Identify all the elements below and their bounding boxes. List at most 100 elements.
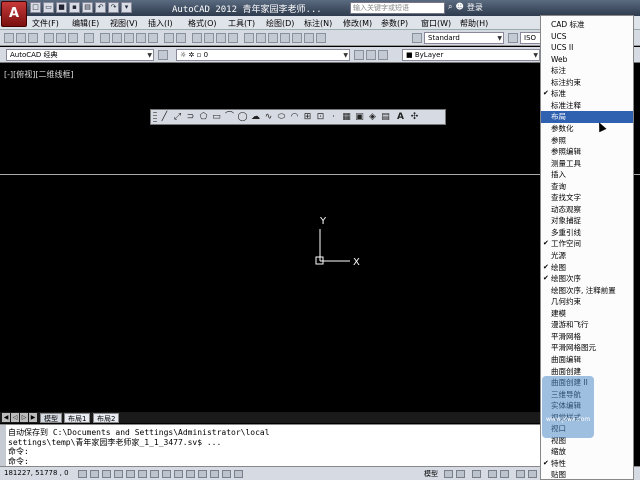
- multiline-text-icon[interactable]: A: [395, 112, 406, 123]
- toolbar-grip-handle[interactable]: [153, 112, 157, 122]
- grid-display-icon[interactable]: [102, 470, 111, 478]
- help-search-input[interactable]: 输入关键字或短语: [350, 2, 445, 14]
- publish-icon[interactable]: [68, 33, 78, 43]
- paste-icon[interactable]: [124, 33, 134, 43]
- tab-layout2[interactable]: 布局2: [93, 413, 120, 423]
- rectangle-icon[interactable]: ▭: [211, 112, 222, 123]
- next-tab-icon[interactable]: ▷: [20, 413, 28, 422]
- markup-icon[interactable]: [292, 33, 302, 43]
- color-select[interactable]: ■ ByLayer ▼: [402, 49, 540, 61]
- infer-constraints-icon[interactable]: [78, 470, 87, 478]
- properties-icon[interactable]: [244, 33, 254, 43]
- zoom-previous-icon[interactable]: [228, 33, 238, 43]
- revision-cloud-icon[interactable]: ☁: [250, 112, 261, 123]
- quick-view-layouts-icon[interactable]: [444, 470, 453, 478]
- polyline-icon[interactable]: ⊃: [185, 112, 196, 123]
- menu-draw[interactable]: 绘图(D): [266, 18, 294, 29]
- context-menu-item[interactable]: 插入: [541, 169, 633, 180]
- menu-modify[interactable]: 修改(M): [343, 18, 372, 29]
- make-current-layer-icon[interactable]: [354, 50, 364, 60]
- polygon-icon[interactable]: ⬠: [198, 112, 209, 123]
- dynamic-input-icon[interactable]: [186, 470, 195, 478]
- design-center-icon[interactable]: [256, 33, 266, 43]
- menu-tools[interactable]: 工具(T): [228, 18, 255, 29]
- lineweight-icon[interactable]: [198, 470, 207, 478]
- context-menu-item[interactable]: 标准注释: [541, 100, 633, 111]
- allow-dynamic-ucs-icon[interactable]: [174, 470, 183, 478]
- text-style-select[interactable]: Standard ▼: [424, 32, 504, 44]
- menu-view[interactable]: 视图(V): [110, 18, 138, 29]
- toolbar-lock-icon[interactable]: [528, 470, 537, 478]
- help-icon[interactable]: [316, 33, 326, 43]
- layer-select[interactable]: ☼ ✲ ▫ 0 ▼: [176, 49, 350, 61]
- tool-palettes-icon[interactable]: [268, 33, 278, 43]
- new-icon[interactable]: [4, 33, 14, 43]
- region-icon[interactable]: ◈: [367, 112, 378, 123]
- prev-tab-icon[interactable]: ◁: [11, 413, 19, 422]
- context-menu-item[interactable]: 标注约束: [541, 77, 633, 88]
- layer-previous-icon[interactable]: [366, 50, 376, 60]
- menu-window[interactable]: 窗口(W): [421, 18, 451, 29]
- auto-scale-icon[interactable]: [500, 470, 509, 478]
- menu-format[interactable]: 格式(O): [188, 18, 217, 29]
- context-menu-item[interactable]: 标注: [541, 65, 633, 76]
- first-tab-icon[interactable]: ◀: [2, 413, 10, 422]
- layer-states-icon[interactable]: [378, 50, 388, 60]
- application-menu-button[interactable]: A: [1, 1, 27, 27]
- context-menu-item[interactable]: 缩放: [541, 446, 633, 457]
- spline-icon[interactable]: ∿: [263, 112, 274, 123]
- quick-properties-icon[interactable]: [222, 470, 231, 478]
- context-menu-item[interactable]: UCS II: [541, 42, 633, 53]
- point-icon[interactable]: ·: [328, 112, 339, 123]
- plot-preview-icon[interactable]: [56, 33, 66, 43]
- 3d-object-snap-icon[interactable]: [150, 470, 159, 478]
- workspace-select[interactable]: AutoCAD 经典 ▼: [6, 49, 154, 61]
- menu-parametric[interactable]: 参数(P): [381, 18, 408, 29]
- sheet-set-icon[interactable]: [280, 33, 290, 43]
- insert-block-icon[interactable]: ⊞: [302, 112, 313, 123]
- tab-layout1[interactable]: 布局1: [64, 413, 91, 423]
- construction-line-icon[interactable]: ⤢: [172, 112, 183, 123]
- context-menu-item[interactable]: 曲面创建: [541, 366, 633, 377]
- command-window-grip[interactable]: [0, 425, 6, 467]
- context-menu-item[interactable]: ✔ 工作空间: [541, 238, 633, 249]
- arc-icon[interactable]: ⌒: [224, 112, 235, 123]
- pan-icon[interactable]: [192, 33, 202, 43]
- zoom-window-icon[interactable]: [216, 33, 226, 43]
- ellipse-arc-icon[interactable]: ◠: [289, 112, 300, 123]
- ellipse-icon[interactable]: ⬭: [276, 112, 287, 123]
- context-menu-item[interactable]: 绘图次序, 注释前置: [541, 285, 633, 296]
- login-link[interactable]: 登录: [467, 2, 483, 13]
- hatch-icon[interactable]: ▦: [341, 112, 352, 123]
- ortho-mode-icon[interactable]: [114, 470, 123, 478]
- add-selected-icon[interactable]: ✣: [409, 112, 420, 123]
- open-icon[interactable]: [16, 33, 26, 43]
- save-icon[interactable]: [28, 33, 38, 43]
- coordinate-readout[interactable]: 181227, 51778 , 0: [4, 469, 69, 477]
- selection-cycling-icon[interactable]: [234, 470, 243, 478]
- transparency-icon[interactable]: [210, 470, 219, 478]
- context-menu-item[interactable]: ✔ 绘图: [541, 262, 633, 273]
- context-menu-item[interactable]: 参照: [541, 135, 633, 146]
- context-menu-item[interactable]: 光源: [541, 250, 633, 261]
- context-menu-item[interactable]: 建模: [541, 308, 633, 319]
- workspace-settings-icon[interactable]: [158, 50, 168, 60]
- cut-icon[interactable]: [100, 33, 110, 43]
- object-snap-tracking-icon[interactable]: [162, 470, 171, 478]
- last-tab-icon[interactable]: ▶: [29, 413, 37, 422]
- quick-view-drawings-icon[interactable]: [456, 470, 465, 478]
- tab-model[interactable]: 模型: [40, 413, 62, 423]
- dim-style-select[interactable]: ISO: [520, 32, 542, 44]
- context-menu-item[interactable]: 平滑网格: [541, 331, 633, 342]
- context-menu-item[interactable]: ✔ 特性: [541, 458, 633, 469]
- polar-tracking-icon[interactable]: [126, 470, 135, 478]
- zoom-realtime-icon[interactable]: [204, 33, 214, 43]
- plot-icon[interactable]: [44, 33, 54, 43]
- menu-edit[interactable]: 编辑(E): [72, 18, 99, 29]
- context-menu-item[interactable]: 测量工具: [541, 158, 633, 169]
- table-icon[interactable]: ▤: [380, 112, 391, 123]
- context-menu-item[interactable]: Web: [541, 54, 633, 65]
- save-as-icon[interactable]: ▪: [69, 2, 80, 13]
- workspace-switching-icon[interactable]: [516, 470, 525, 478]
- gradient-icon[interactable]: ▣: [354, 112, 365, 123]
